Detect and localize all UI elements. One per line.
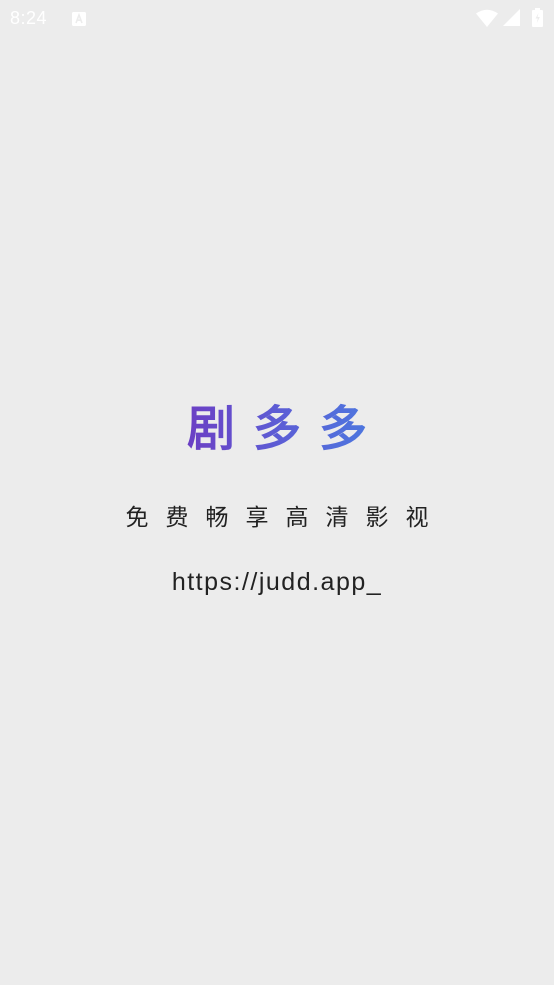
battery-icon — [532, 8, 543, 27]
app-title: 剧多多 — [0, 396, 554, 462]
app-url: https://judd.app_ — [171, 568, 383, 596]
status-time: 8:24 — [10, 8, 48, 28]
status-bar: 8:24 — [0, 0, 554, 38]
wifi-icon — [476, 9, 498, 27]
corner-indicator-icon — [0, 979, 6, 985]
signal-icon — [503, 9, 520, 26]
notification-a-icon — [72, 11, 86, 26]
app-title-text: 剧多多 — [186, 401, 385, 457]
splash-screen: 8:24 剧多多 免费畅享高清影视 https://judd.app_ — [0, 0, 554, 985]
app-tagline: 免费畅享高清影视 — [125, 505, 446, 531]
